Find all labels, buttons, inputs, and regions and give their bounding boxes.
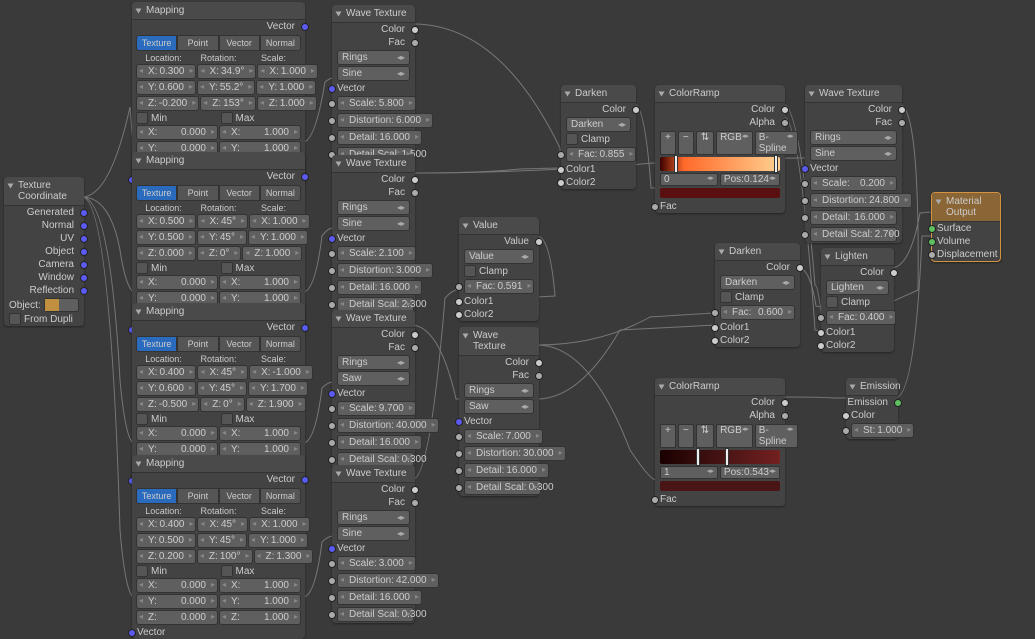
out-generated: Generated [4,206,84,219]
node-lighten[interactable]: Lighten Color Lighten Clamp Fac:0.400 Co… [821,248,894,352]
shape-select[interactable]: Rings [464,383,534,398]
node-wave-texture-6[interactable]: Wave Texture Color Fac Rings Saw Vector … [459,327,539,496]
node-emission[interactable]: Emission Emission Color St:1.000 [846,378,898,439]
node-darken-2[interactable]: Darken Color Darken Clamp Fac:0.600 Colo… [715,243,800,347]
tab-texture[interactable]: Texture [136,35,177,51]
out-camera: Camera [4,258,84,271]
out-reflection: Reflection [4,284,84,297]
tab-point[interactable]: Point [177,336,218,352]
tab-normal[interactable]: Normal [260,185,301,201]
node-colorramp-1[interactable]: ColorRamp Color Alpha +−⇅RGBB-Spline 0Po… [655,85,785,213]
node-wave-texture-1[interactable]: Wave Texture Color Fac Rings Sine Vector… [332,5,415,163]
ramp-del[interactable]: − [678,131,694,155]
mix-mode[interactable]: Darken [720,275,795,290]
node-wave-texture-5[interactable]: Wave Texture Color Fac Rings Sine Vector… [805,85,902,243]
tab-normal[interactable]: Normal [260,336,301,352]
node-darken-1[interactable]: Darken Color Darken Clamp Fac:0.855 Colo… [561,85,636,189]
tab-texture[interactable]: Texture [136,336,177,352]
out-normal: Normal [4,219,84,232]
clamp-check[interactable]: Clamp [720,291,795,303]
value-mode[interactable]: Value [464,249,534,264]
out-uv: UV [4,232,84,245]
mix-mode[interactable]: Lighten [826,280,889,295]
node-title: Texture Coordinate [18,180,67,202]
mix-mode[interactable]: Darken [566,117,631,132]
tab-normal[interactable]: Normal [260,488,301,504]
out-window: Window [4,271,84,284]
out-color: Value [459,235,539,248]
tab-point[interactable]: Point [177,488,218,504]
node-header[interactable]: Value [459,217,539,235]
node-wave-texture-4[interactable]: Wave Texture Color Fac Rings Sine Vector… [332,465,415,623]
color2-input[interactable]: Color2 [459,308,539,321]
node-texture-coordinate[interactable]: Texture Coordinate Generated Normal UV O… [4,177,84,326]
node-mapping-4[interactable]: Mapping Vector TexturePointVectorNormal … [132,455,305,639]
from-dupli-check[interactable]: From Dupli [9,313,79,325]
out-object: Object [4,245,84,258]
clamp-check[interactable]: Clamp [566,133,631,145]
node-material-output[interactable]: Material Output Surface Volume Displacem… [931,192,1001,262]
node-wave-texture-3[interactable]: Wave Texture Color Fac Rings Saw Vector … [332,310,415,468]
node-colorramp-2[interactable]: ColorRamp Color Alpha +−⇅RGBB-Spline 1Po… [655,378,785,506]
color1-input[interactable]: Color1 [459,295,539,308]
tab-texture[interactable]: Texture [136,185,177,201]
tab-texture[interactable]: Texture [136,488,177,504]
object-picker[interactable]: Object: [9,298,79,312]
tab-point[interactable]: Point [177,185,218,201]
ramp-add[interactable]: + [660,131,676,155]
tab-vector[interactable]: Vector [219,35,260,51]
clamp-check[interactable]: Clamp [826,296,889,308]
node-value[interactable]: Value Value Value Clamp Fac:0.591 Color1… [459,217,539,321]
tab-vector[interactable]: Vector [219,336,260,352]
tab-vector[interactable]: Vector [219,488,260,504]
tab-point[interactable]: Point [177,35,218,51]
node-header[interactable]: Texture Coordinate [4,177,84,206]
clamp-check[interactable]: Clamp [464,265,534,277]
node-wave-texture-2[interactable]: Wave Texture Color Fac Rings Sine Vector… [332,155,415,313]
fac-input[interactable]: Fac:0.591 [459,278,539,295]
tab-normal[interactable]: Normal [260,35,301,51]
profile-select[interactable]: Saw [464,399,534,414]
tab-vector[interactable]: Vector [219,185,260,201]
